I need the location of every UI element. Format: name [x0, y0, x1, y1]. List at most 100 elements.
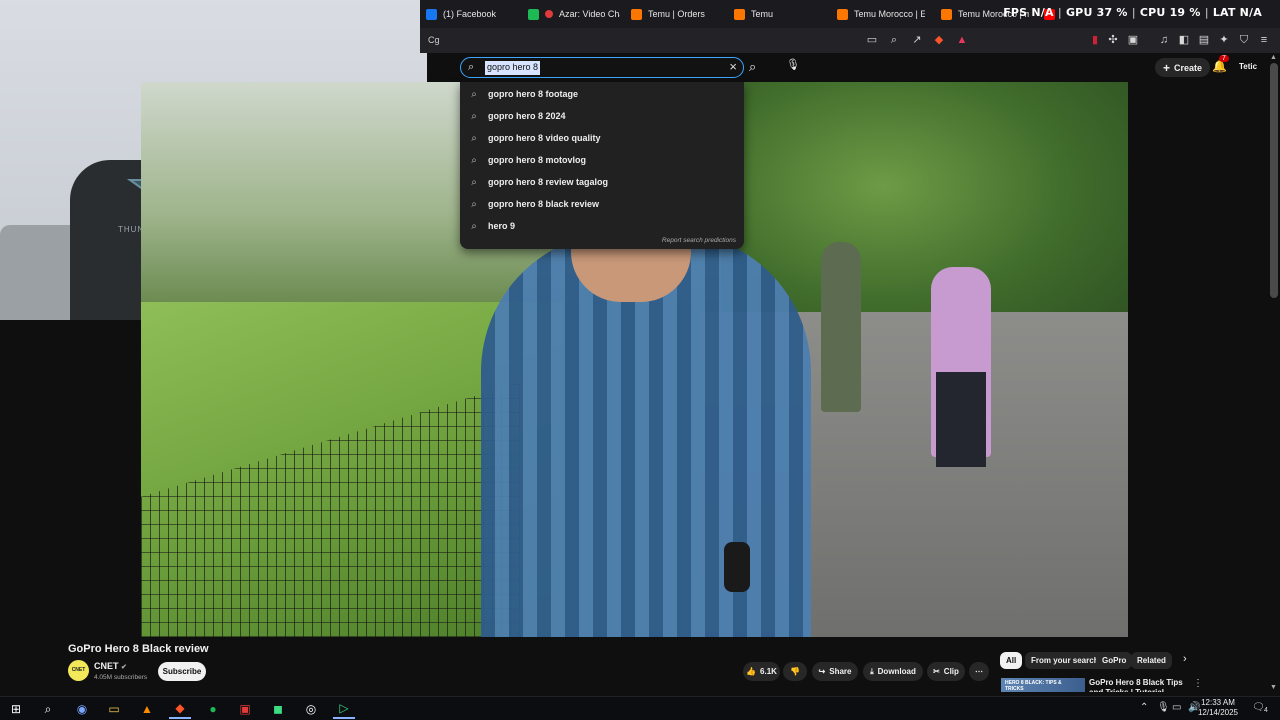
- gpu-label: GPU: [1065, 6, 1093, 19]
- chevron-right-icon[interactable]: ›: [1183, 653, 1187, 665]
- extensions-icon[interactable]: ✣: [1106, 33, 1120, 47]
- channel-name[interactable]: CNET ✔: [94, 661, 127, 671]
- address-bar: Cg ▭ ⌕ ↗ ◆ ▲ ▮ ✣ ▣ ♫ ◧ ▤ ✦ ⛉ ≡: [420, 28, 1280, 53]
- azar-icon: [528, 8, 539, 20]
- suggestion-item[interactable]: ⌕ gopro hero 8 review tagalog: [460, 171, 744, 193]
- tab-label: Temu | Orders: [648, 9, 705, 19]
- app-icon-android[interactable]: ◼: [267, 699, 289, 719]
- suggestion-item[interactable]: ⌕ gopro hero 8 video quality: [460, 127, 744, 149]
- tab-temu-orders[interactable]: Temu | Orders: [631, 5, 726, 23]
- suggestion-item[interactable]: ⌕ hero 9: [460, 215, 744, 237]
- more-horizontal-icon: ⋯: [975, 667, 983, 676]
- search-box[interactable]: ⌕ gopro hero 8 ×: [460, 57, 744, 78]
- search-icon[interactable]: ⌕: [37, 699, 59, 719]
- show-hidden-icons-icon[interactable]: ⌃: [1140, 702, 1148, 713]
- search-icon: ⌕: [471, 220, 477, 232]
- url-field[interactable]: Cg: [428, 35, 440, 45]
- facebook-icon: [426, 8, 437, 20]
- like-button[interactable]: 👍 6.1K: [743, 662, 780, 681]
- wallet-icon[interactable]: ▤: [1197, 33, 1211, 47]
- voice-search-icon[interactable]: 🎙: [783, 58, 803, 76]
- page-scrollbar[interactable]: [1270, 63, 1278, 298]
- report-predictions-link[interactable]: Report search predictions: [662, 237, 736, 244]
- account-button[interactable]: Tetic: [1239, 62, 1257, 71]
- zoom-icon[interactable]: ⌕: [887, 33, 901, 47]
- tab-temu[interactable]: Temu: [734, 5, 826, 23]
- chip-all[interactable]: All: [1000, 652, 1023, 669]
- related-video-thumbnail[interactable]: HERO 8 BLACK: TIPS & TRICKS: [1001, 678, 1085, 692]
- suggestion-item[interactable]: ⌕ gopro hero 8 black review: [460, 193, 744, 215]
- media-icon[interactable]: ♫: [1157, 33, 1171, 47]
- clear-search-icon[interactable]: ×: [729, 59, 737, 74]
- scroll-up-icon[interactable]: ▲: [1270, 54, 1277, 61]
- dislike-button[interactable]: 👎: [783, 662, 807, 681]
- search-icon: ⌕: [468, 61, 475, 73]
- channel-avatar[interactable]: CNET: [68, 660, 89, 681]
- app-icon-discord[interactable]: ◉: [71, 699, 93, 719]
- browser-tab-strip: (1) Facebook Azar: Video Cha Temu | Orde…: [420, 0, 1280, 28]
- windows-taskbar: ⊞ ⌕ ◉ ▭ ▲ ◆ ● ▣ ◼ ◎ ▷ ⌃ 🎙 ▭ 🔊 12:33 AM 1…: [0, 696, 1280, 720]
- chip-from-your-search[interactable]: From your search: [1025, 652, 1105, 669]
- tab-label: (1) Facebook: [443, 9, 497, 19]
- more-vertical-icon[interactable]: ⋮: [1193, 678, 1203, 689]
- temu-icon: [734, 8, 745, 20]
- recording-icon: [545, 10, 553, 18]
- spotify-icon[interactable]: ●: [202, 699, 224, 719]
- clock-time[interactable]: 12:33 AM: [1193, 698, 1243, 707]
- download-button[interactable]: ⤓ Download: [863, 662, 923, 681]
- chip-related[interactable]: Related: [1131, 652, 1172, 669]
- thumbs-down-icon: 👎: [790, 667, 800, 676]
- windows-start-icon[interactable]: ⊞: [5, 699, 27, 719]
- more-actions-button[interactable]: ⋯: [969, 662, 989, 681]
- related-video-title[interactable]: GoPro Hero 8 Black Tips and Tricks | Tut…: [1089, 678, 1189, 692]
- brave-shield-icon[interactable]: ◆: [932, 33, 946, 47]
- reading-icon[interactable]: ▣: [1126, 33, 1140, 47]
- search-icon: ⌕: [471, 132, 477, 144]
- app-icon-red[interactable]: ▣: [234, 699, 256, 719]
- sidebar-icon[interactable]: ◧: [1177, 33, 1191, 47]
- clip-button[interactable]: ✂ Clip: [927, 662, 965, 681]
- chip-gopro[interactable]: GoPro: [1096, 652, 1133, 669]
- suggestion-item[interactable]: ⌕ gopro hero 8 motovlog: [460, 149, 744, 171]
- video-pedestrian: [821, 242, 861, 412]
- brave-rewards-icon[interactable]: ▲: [955, 33, 969, 47]
- app-icon-obs[interactable]: ◎: [300, 699, 322, 719]
- clock-date[interactable]: 12/14/2025: [1193, 708, 1243, 717]
- plus-icon: +: [1163, 60, 1171, 75]
- fps-value: N/A: [1031, 6, 1054, 19]
- search-button[interactable]: ⌕: [749, 59, 756, 75]
- temu-icon: [837, 8, 848, 20]
- share-button[interactable]: ↪ Share: [812, 662, 858, 681]
- tab-temu-morocco-1[interactable]: Temu Morocco | Ex: [837, 5, 925, 23]
- share-label: Share: [829, 667, 852, 676]
- extension-red-icon[interactable]: ▮: [1088, 33, 1102, 47]
- fps-label: FPS: [1003, 6, 1028, 19]
- create-label: Create: [1174, 62, 1203, 73]
- app-icon-orange[interactable]: ▲: [136, 699, 158, 719]
- vpn-icon[interactable]: ⛉: [1237, 33, 1251, 47]
- tab-facebook[interactable]: (1) Facebook: [426, 5, 516, 23]
- suggestion-item[interactable]: ⌕ gopro hero 8 2024: [460, 105, 744, 127]
- subscriber-count: 4.05M subscribers: [94, 674, 148, 681]
- menu-icon[interactable]: ≡: [1257, 33, 1271, 47]
- cast-icon[interactable]: ▭: [865, 33, 879, 47]
- gpu-value: 37: [1096, 6, 1113, 19]
- microphone-icon[interactable]: 🎙: [1157, 702, 1170, 713]
- lat-value: N/A: [1239, 6, 1262, 19]
- notification-center-icon[interactable]: 🗨: [1252, 702, 1265, 713]
- tab-azar[interactable]: Azar: Video Cha: [528, 5, 620, 23]
- subscribe-button[interactable]: Subscribe: [158, 662, 206, 681]
- brave-browser-icon[interactable]: ◆: [169, 699, 191, 719]
- create-button[interactable]: + Create: [1155, 58, 1211, 77]
- performance-overlay: FPS N/A | GPU 37 % | CPU 19 % | LAT N/A: [1003, 6, 1262, 19]
- file-explorer-icon[interactable]: ▭: [103, 699, 125, 719]
- scroll-down-icon[interactable]: ▼: [1270, 684, 1277, 691]
- app-icon-green-play[interactable]: ▷: [333, 699, 355, 719]
- search-input[interactable]: gopro hero 8: [485, 61, 541, 75]
- share-arrow-icon: ↪: [818, 667, 826, 676]
- suggestion-item[interactable]: ⌕ gopro hero 8 footage: [460, 83, 744, 105]
- leo-ai-icon[interactable]: ✦: [1217, 33, 1231, 47]
- network-icon[interactable]: ▭: [1172, 702, 1181, 713]
- share-icon[interactable]: ↗: [910, 33, 924, 47]
- search-icon: ⌕: [471, 154, 477, 166]
